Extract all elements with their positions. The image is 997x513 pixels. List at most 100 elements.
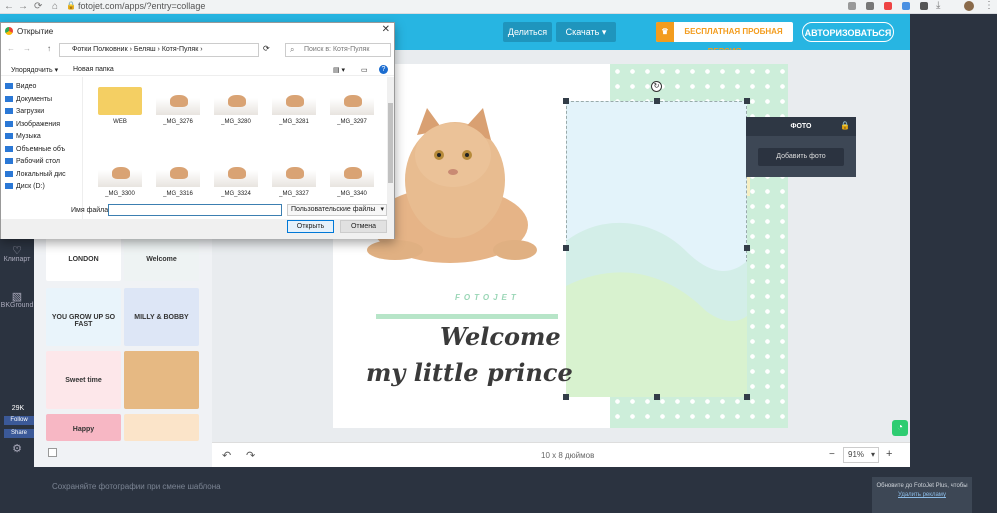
folder-tree-item[interactable]: Рабочий стол — [5, 156, 60, 167]
home-icon[interactable]: ⌂ — [52, 1, 58, 12]
lock-icon[interactable]: 🔒 — [840, 121, 850, 130]
settings-icon[interactable]: ⚙ — [8, 442, 26, 456]
file-item[interactable]: _MG_3280 — [214, 87, 258, 125]
forward-icon[interactable]: → — [23, 44, 31, 53]
template-thumbnail[interactable] — [124, 414, 199, 441]
resize-handle[interactable] — [744, 245, 750, 251]
folder-search[interactable]: Поиск в: Котя-Пуляк — [285, 43, 391, 57]
forward-icon[interactable]: → — [18, 1, 28, 12]
up-icon[interactable]: ↑ — [47, 44, 51, 53]
file-item[interactable]: _MG_3297 — [330, 87, 374, 125]
menu-icon[interactable]: ⋮ — [984, 0, 994, 11]
preview-pane-icon[interactable]: ▭ — [361, 66, 368, 74]
extension-icon[interactable] — [902, 2, 910, 10]
title-line-2[interactable]: my little prince — [366, 358, 573, 387]
organize-button[interactable]: Упорядочить ▾ — [11, 66, 58, 74]
folder-icon — [5, 145, 13, 152]
image-thumbnail — [330, 159, 374, 187]
file-name: _MG_3280 — [221, 119, 251, 125]
title-line-1[interactable]: Welcome — [440, 322, 561, 351]
template-thumbnail-label: Welcome — [146, 256, 177, 264]
folder-tree-item[interactable]: Диск (D:) — [5, 181, 45, 192]
zoom-select[interactable]: 91% ▾ — [843, 447, 879, 463]
new-folder-button[interactable]: Новая папка — [73, 66, 114, 73]
zoom-out-icon[interactable]: − — [829, 449, 835, 460]
folder-tree-item[interactable]: Загрузки — [5, 106, 44, 117]
crown-icon: ♛ — [656, 22, 674, 42]
resize-handle[interactable] — [563, 98, 569, 104]
resize-handle[interactable] — [654, 98, 660, 104]
filetype-select[interactable]: Пользовательские файлы ▾ — [287, 204, 387, 216]
resize-handle[interactable] — [563, 245, 569, 251]
follow-button[interactable]: Follow — [4, 416, 34, 425]
add-photo-button[interactable]: Добавить фото — [758, 148, 844, 166]
breadcrumb[interactable]: Фотки Полковник › Беляш › Котя-Пуляк › — [59, 43, 259, 57]
back-icon[interactable]: ← — [7, 44, 15, 53]
chat-icon[interactable]: ◔ — [892, 420, 908, 436]
resize-handle[interactable] — [654, 394, 660, 400]
filename-input[interactable] — [108, 204, 282, 216]
download-button[interactable]: Скачать ▾ — [556, 22, 616, 42]
template-thumbnail[interactable]: Welcome — [124, 236, 199, 281]
file-item[interactable]: _MG_3324 — [214, 159, 258, 197]
login-button[interactable]: АВТОРИЗОВАТЬСЯ — [802, 22, 894, 42]
extension-icon[interactable] — [866, 2, 874, 10]
template-thumbnail[interactable]: LONDON — [46, 236, 121, 281]
photo-placeholder[interactable] — [566, 101, 747, 397]
template-thumbnail[interactable] — [124, 351, 199, 409]
address-bar[interactable]: fotojet.com/apps/?entry=collage — [78, 0, 205, 13]
template-thumbnail-label: Sweet time — [65, 377, 102, 385]
folder-tree-item[interactable]: Объемные объ — [5, 144, 65, 155]
template-thumbnail[interactable]: Happy — [46, 414, 121, 441]
file-item[interactable]: _MG_3276 — [156, 87, 200, 125]
undo-icon[interactable]: ↶ — [222, 449, 231, 462]
checkbox[interactable] — [48, 448, 57, 457]
fb-share-button[interactable]: Share — [4, 429, 34, 438]
share-button[interactable]: Делиться — [503, 22, 552, 42]
view-icon[interactable]: ▤ ▾ — [333, 66, 345, 74]
template-thumbnail[interactable]: Sweet time — [46, 351, 121, 409]
folder-tree-item[interactable]: Документы — [5, 94, 52, 105]
file-item[interactable]: _MG_3340 — [330, 159, 374, 197]
extension-icon[interactable] — [848, 2, 856, 10]
resize-handle[interactable] — [563, 394, 569, 400]
file-name: _MG_3316 — [163, 191, 193, 197]
folder-tree-item[interactable]: Изображения — [5, 119, 60, 130]
free-trial-button[interactable]: ♛БЕСПЛАТНАЯ ПРОБНАЯ ВЕРСИЯ — [656, 22, 793, 56]
scrollbar[interactable] — [387, 77, 394, 219]
refresh-icon[interactable]: ⟳ — [263, 44, 270, 53]
help-icon[interactable]: ? — [379, 65, 388, 74]
resize-handle[interactable] — [744, 394, 750, 400]
remove-ads-link[interactable]: Удалить рекламу — [898, 492, 946, 498]
folder-tree-item[interactable]: Локальный дис — [5, 169, 66, 180]
upgrade-text: Обновите до FotoJet Plus, чтобы — [876, 483, 968, 489]
extension-icon[interactable] — [884, 2, 892, 10]
zoom-in-icon[interactable]: + — [886, 448, 892, 460]
open-button[interactable]: Открыть — [287, 220, 334, 233]
back-icon[interactable]: ← — [4, 1, 14, 12]
folder-tree-item[interactable]: Музыка — [5, 131, 41, 142]
redo-icon[interactable]: ↷ — [246, 449, 255, 462]
avatar[interactable] — [964, 1, 974, 11]
close-icon[interactable]: ✕ — [382, 24, 390, 35]
file-item[interactable]: WEB — [98, 87, 142, 125]
puzzle-icon[interactable] — [920, 2, 928, 10]
file-item[interactable]: _MG_3281 — [272, 87, 316, 125]
brand-text[interactable]: FOTOJET — [455, 293, 555, 302]
dialog-title: Открытие — [17, 27, 54, 36]
reload-icon[interactable]: ⟳ — [34, 1, 42, 12]
image-thumbnail — [214, 87, 258, 115]
rotate-icon[interactable]: ↻ — [651, 81, 662, 92]
clipart-label[interactable]: Клипарт — [0, 256, 34, 263]
cancel-button[interactable]: Отмена — [340, 220, 387, 233]
template-thumbnail[interactable]: YOU GROW UP SO FAST — [46, 288, 121, 346]
file-item[interactable]: _MG_3300 — [98, 159, 142, 197]
file-item[interactable]: _MG_3316 — [156, 159, 200, 197]
download-icon[interactable]: ⤓ — [936, 0, 940, 11]
file-item[interactable]: _MG_3327 — [272, 159, 316, 197]
resize-handle[interactable] — [744, 98, 750, 104]
background-label[interactable]: BKGround — [0, 302, 34, 309]
template-thumbnail[interactable]: MILLY & BOBBY — [124, 288, 199, 346]
folder-tree-item[interactable]: Видео — [5, 81, 36, 92]
divider-line[interactable] — [376, 314, 558, 319]
